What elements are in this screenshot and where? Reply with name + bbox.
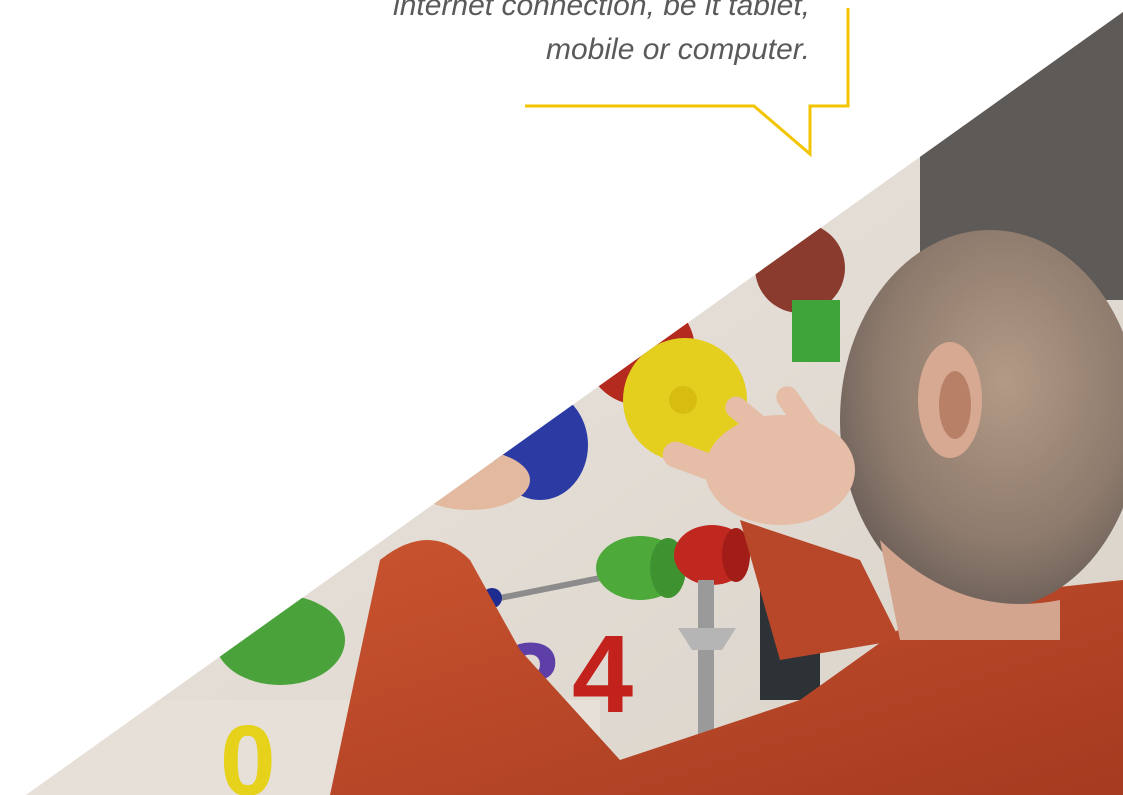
child-playing-busy-board-photo: 3 4 0 [26,12,1123,795]
svg-text:0: 0 [220,705,276,795]
